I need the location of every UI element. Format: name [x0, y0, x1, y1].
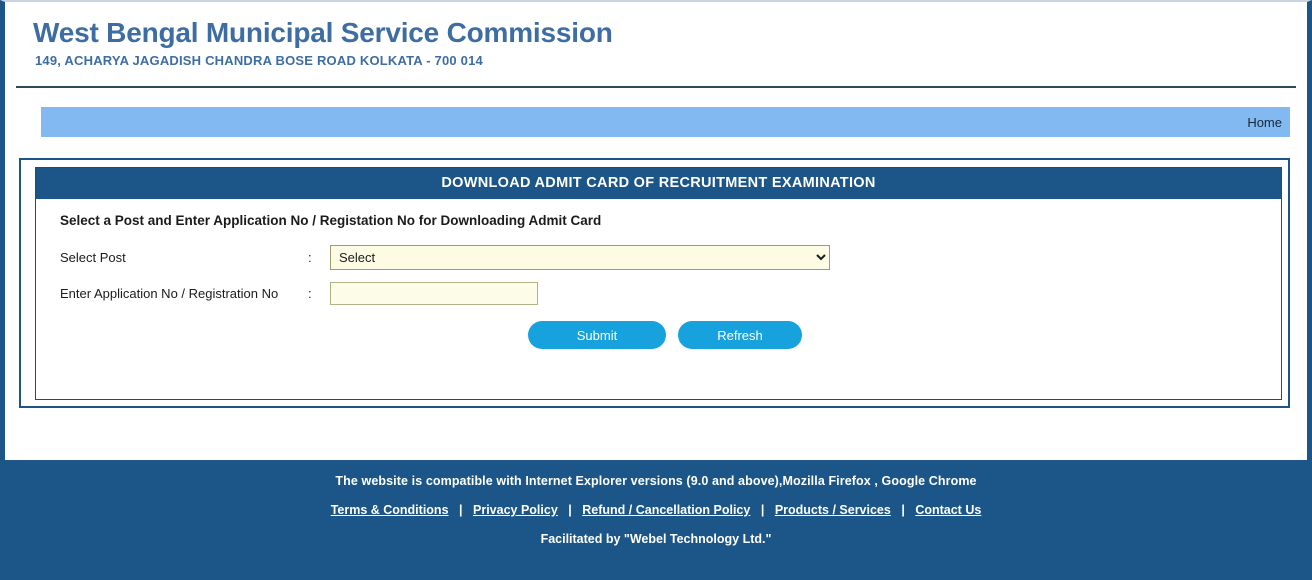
site-address: 149, ACHARYA JAGADISH CHANDRA BOSE ROAD … [35, 53, 483, 68]
form-button-row: Submit Refresh [60, 321, 1281, 349]
admit-card-panel: DOWNLOAD ADMIT CARD OF RECRUITMENT EXAMI… [35, 167, 1282, 400]
footer-separator: | [901, 503, 905, 517]
site-header: West Bengal Municipal Service Commission… [5, 2, 1307, 86]
browser-compatibility-text: The website is compatible with Internet … [335, 474, 977, 488]
select-post-colon: : [308, 250, 312, 265]
footer-separator: | [760, 503, 765, 517]
navigation-bar: Home [41, 107, 1290, 137]
footer-links: Terms & Conditions | Privacy Policy | Re… [5, 503, 1307, 517]
nav-item-home[interactable]: Home [1247, 115, 1290, 130]
form-row-application-no: Enter Application No / Registration No : [60, 282, 1281, 305]
footer-link-refund[interactable]: Refund / Cancellation Policy [582, 503, 750, 517]
page-root: West Bengal Municipal Service Commission… [0, 0, 1312, 580]
footer-link-products[interactable]: Products / Services [775, 503, 891, 517]
content-outer-container: DOWNLOAD ADMIT CARD OF RECRUITMENT EXAMI… [19, 158, 1290, 408]
footer-separator: | [459, 503, 463, 517]
footer-link-terms[interactable]: Terms & Conditions [331, 503, 449, 517]
select-post-dropdown[interactable]: Select [330, 245, 830, 270]
form-instruction-heading: Select a Post and Enter Application No /… [60, 213, 602, 228]
submit-button[interactable]: Submit [528, 321, 666, 349]
refresh-button[interactable]: Refresh [678, 321, 802, 349]
footer-link-privacy[interactable]: Privacy Policy [473, 503, 558, 517]
application-no-label: Enter Application No / Registration No [60, 286, 279, 301]
navigation-bar-wrapper: Home [5, 88, 1307, 137]
site-title: West Bengal Municipal Service Commission [33, 17, 613, 48]
panel-body: Select a Post and Enter Application No /… [36, 199, 1281, 349]
application-no-colon: : [308, 286, 312, 301]
site-footer: The website is compatible with Internet … [5, 460, 1307, 580]
form-row-select-post: Select Post : Select [60, 245, 1281, 270]
application-no-input[interactable] [330, 282, 538, 305]
facilitated-by-text: Facilitated by "Webel Technology Ltd." [540, 532, 772, 546]
select-post-label: Select Post [60, 250, 126, 265]
panel-title: DOWNLOAD ADMIT CARD OF RECRUITMENT EXAMI… [36, 168, 1281, 199]
footer-link-contact[interactable]: Contact Us [915, 503, 981, 517]
footer-separator: | [568, 503, 572, 517]
